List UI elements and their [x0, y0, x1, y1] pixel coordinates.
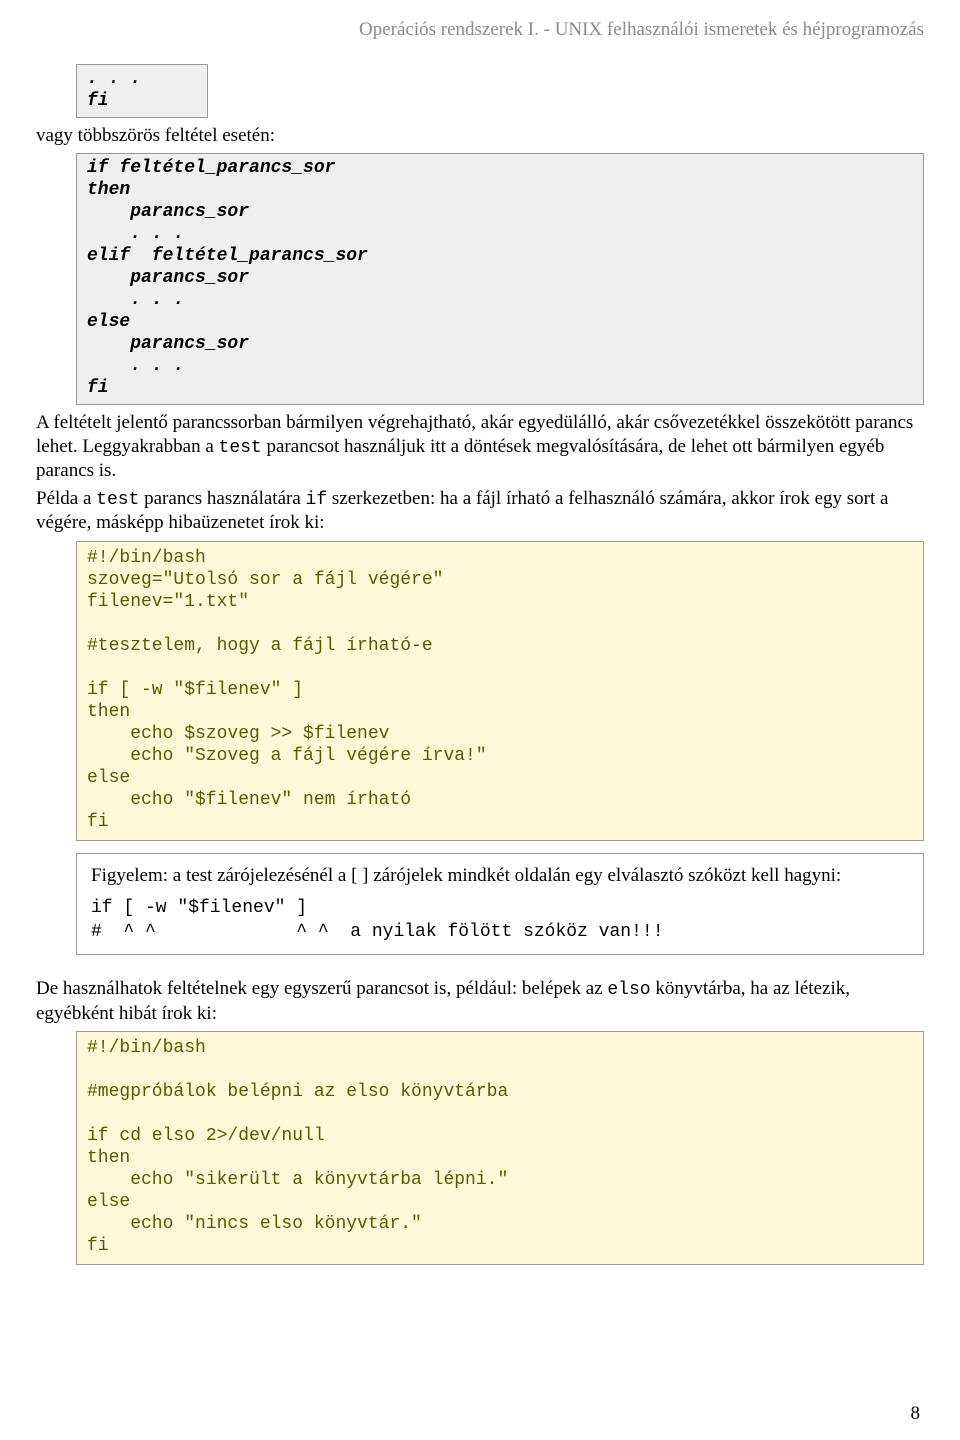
code-block-fragment: . . . fi [76, 64, 208, 118]
code-block-bash-example-1: #!/bin/bash szoveg="Utolsó sor a fájl vé… [76, 541, 924, 840]
code-block-if-elif: if feltétel_parancs_sor then parancs_sor… [76, 153, 924, 404]
page-number: 8 [911, 1402, 921, 1426]
inline-code-elso: elso [607, 980, 650, 1000]
inline-code-if: if [306, 490, 328, 510]
paragraph-example-intro: Példa a test parancs használatára if sze… [36, 487, 924, 535]
page-container: Operációs rendszerek I. - UNIX felhaszná… [0, 0, 960, 1440]
paragraph-test-explanation: A feltételt jelentő parancssorban bármil… [36, 411, 924, 483]
paragraph-cd-example: De használhatok feltételnek egy egyszerű… [36, 977, 924, 1025]
note-text: Figyelem: a test zárójelezésénél a [ ] z… [91, 865, 841, 886]
page-header: Operációs rendszerek I. - UNIX felhaszná… [36, 18, 924, 42]
inline-code-test: test [96, 490, 139, 510]
note-code: if [ -w "$filenev" ] # ^ ^ ^ ^ a nyilak … [91, 897, 909, 944]
text-span: parancs használatára [139, 488, 305, 509]
text-span: De használhatok feltételnek egy egyszerű… [36, 978, 607, 999]
code-block-bash-example-2: #!/bin/bash #megpróbálok belépni az elso… [76, 1031, 924, 1265]
note-box-bracket-spacing: Figyelem: a test zárójelezésénél a [ ] z… [76, 853, 924, 956]
text-span: Példa a [36, 488, 96, 509]
paragraph-intro: vagy többszörös feltétel esetén: [36, 124, 924, 148]
inline-code-test: test [219, 438, 262, 458]
